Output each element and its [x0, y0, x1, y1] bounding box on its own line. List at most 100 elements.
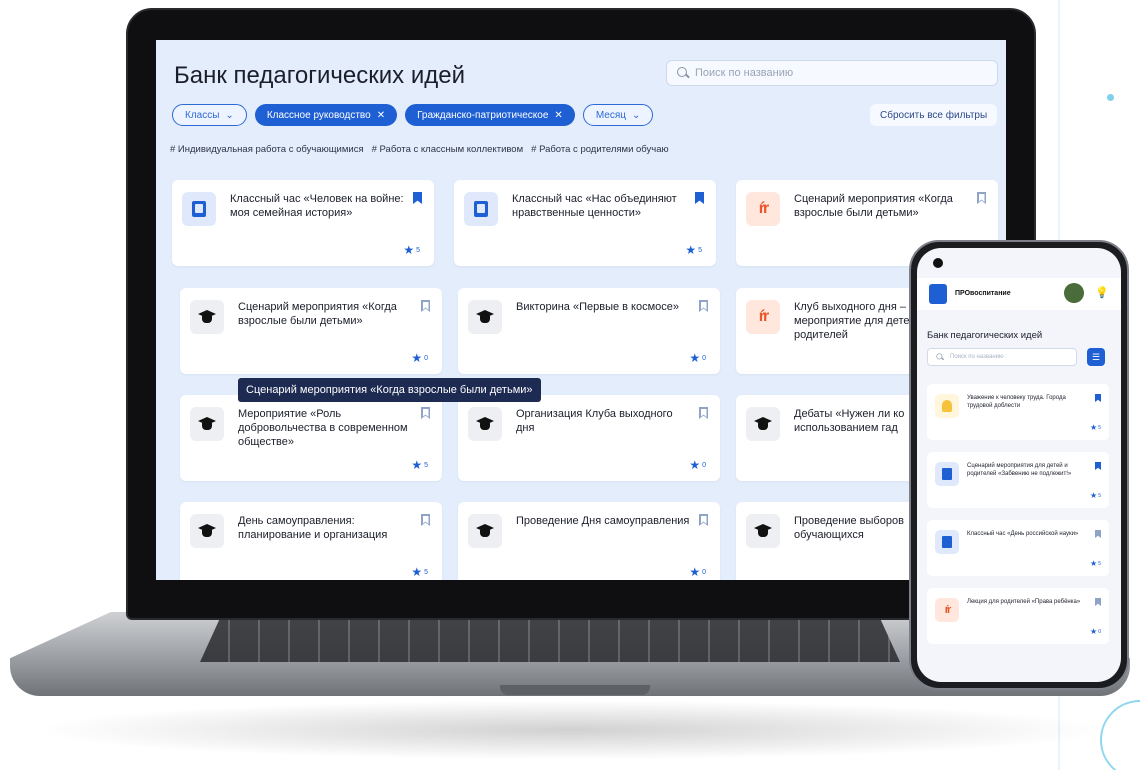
tag-link[interactable]: # Индивидуальная работа с обучающимися — [170, 144, 364, 155]
family-icon: ŕr — [746, 300, 780, 334]
star-icon: ★ — [1090, 627, 1098, 636]
title-tooltip: Сценарий мероприятия «Когда взрослые был… — [238, 378, 541, 402]
phone-page-title: Банк педагогических идей — [927, 330, 1043, 341]
brand-name: ПРОвоспитание — [955, 290, 1011, 297]
star-icon: ★ — [1090, 559, 1098, 568]
phone-idea-card[interactable]: Классный час «День российской науки» ★ 5 — [927, 520, 1109, 576]
filter-chip-civic-patriotic[interactable]: Гражданско-патриотическое ✕ — [405, 104, 575, 126]
card-title: Викторина «Первые в космосе» — [516, 301, 680, 313]
bookmark-icon[interactable] — [421, 514, 430, 526]
phone-idea-card[interactable]: ŕr Лекция для родителей «Права ребёнка» … — [927, 588, 1109, 644]
filter-chip-classes[interactable]: Классы ⌄ — [172, 104, 247, 126]
rating: ★5 — [1090, 423, 1101, 432]
bookmark-icon[interactable] — [977, 192, 986, 204]
card-title: Мероприятие «Роль добровольчества в совр… — [238, 408, 408, 448]
graduation-cap-icon — [190, 407, 224, 441]
chevron-down-icon: ⌄ — [631, 109, 641, 121]
rating: ★5 — [1090, 491, 1101, 500]
filter-icon[interactable]: ☰ — [1087, 348, 1105, 366]
close-icon[interactable]: ✕ — [554, 110, 562, 121]
bookmark-icon[interactable] — [695, 192, 704, 204]
filter-chip-class-guidance[interactable]: Классное руководство ✕ — [254, 104, 398, 126]
rating: ★0 — [689, 351, 706, 365]
decorative-line — [1058, 0, 1060, 255]
page-title: Банк педагогических идей — [174, 62, 466, 89]
decorative-dot — [1107, 94, 1114, 101]
phone-header: ПРОвоспитание 💡 — [917, 278, 1121, 310]
phone-search-input[interactable]: Поиск по названию — [927, 348, 1077, 366]
search-icon — [936, 353, 943, 360]
book-icon — [935, 462, 959, 486]
idea-card[interactable]: Проведение Дня самоуправления ★ 0 — [458, 502, 720, 580]
rating: ★5 — [411, 458, 428, 472]
phone-screen: ПРОвоспитание 💡 Банк педагогических идей… — [917, 248, 1121, 682]
filter-chip-month[interactable]: Месяц ⌄ — [582, 104, 654, 126]
idea-card[interactable]: Организация Клуба выходного дня ★ 0 — [458, 395, 720, 481]
book-icon — [935, 530, 959, 554]
bookmark-icon[interactable] — [1095, 530, 1101, 538]
search-icon — [677, 67, 689, 79]
idea-card[interactable]: День самоуправления: планирование и орга… — [180, 502, 442, 580]
bookmark-icon[interactable] — [699, 407, 708, 419]
chevron-down-icon: ⌄ — [225, 109, 234, 121]
book-icon — [464, 192, 498, 226]
bookmark-icon[interactable] — [1095, 598, 1101, 606]
camera-icon — [933, 258, 943, 268]
rating: ★0 — [689, 458, 706, 472]
rating: ★0 — [411, 351, 428, 365]
idea-card[interactable]: Классный час «Человек на войне: моя семе… — [172, 180, 434, 266]
graduation-cap-icon — [190, 300, 224, 334]
bookmark-icon[interactable] — [413, 192, 422, 204]
star-icon: ★ — [689, 565, 701, 579]
star-icon: ★ — [411, 351, 423, 365]
graduation-cap-icon — [190, 514, 224, 548]
card-title: Организация Клуба выходного дня — [516, 408, 673, 434]
idea-card[interactable]: Классный час «Нас объединяют нравственны… — [454, 180, 716, 266]
bookmark-icon[interactable] — [1095, 462, 1101, 470]
book-icon — [182, 192, 216, 226]
idea-card[interactable]: Мероприятие «Роль добровольчества в совр… — [180, 395, 442, 481]
rating: ★0 — [1090, 627, 1101, 636]
rating: ★5 — [411, 565, 428, 579]
phone-idea-card[interactable]: Уважение к человеку труда. Города трудов… — [927, 384, 1109, 440]
family-icon: ŕr — [935, 598, 959, 622]
graduation-cap-icon — [468, 300, 502, 334]
laptop-screen: Банк педагогических идей Поиск по назван… — [156, 40, 1006, 580]
star-icon: ★ — [689, 351, 701, 365]
search-input[interactable]: Поиск по названию — [666, 60, 998, 86]
reset-filters-button[interactable]: Сбросить все фильтры — [870, 104, 998, 126]
star-icon: ★ — [403, 243, 415, 257]
star-icon: ★ — [685, 243, 697, 257]
bookmark-icon[interactable] — [699, 514, 708, 526]
bookmark-icon[interactable] — [699, 300, 708, 312]
bell-icon — [935, 394, 959, 418]
avatar[interactable] — [1064, 283, 1084, 303]
star-icon: ★ — [411, 458, 423, 472]
card-title: Проведение Дня самоуправления — [516, 515, 690, 527]
phone-idea-card[interactable]: Сценарий мероприятия для детей и родител… — [927, 452, 1109, 508]
graduation-cap-icon — [468, 407, 502, 441]
close-icon[interactable]: ✕ — [377, 110, 385, 121]
star-icon: ★ — [1090, 423, 1098, 432]
lightbulb-icon[interactable]: 💡 — [1095, 286, 1109, 299]
graduation-cap-icon — [746, 407, 780, 441]
idea-card[interactable]: Викторина «Первые в космосе» ★ 0 — [458, 288, 720, 374]
card-title: Сценарий мероприятия «Когда взрослые был… — [238, 301, 397, 327]
bookmark-icon[interactable] — [421, 407, 430, 419]
bookmark-icon[interactable] — [421, 300, 430, 312]
star-icon: ★ — [411, 565, 423, 579]
rating: ★5 — [403, 243, 420, 257]
bookmark-icon[interactable] — [1095, 394, 1101, 402]
tag-link[interactable]: # Работа с родителями обучаю — [531, 144, 669, 155]
product-mockup: Банк педагогических идей Поиск по назван… — [0, 0, 1140, 770]
logo-icon — [929, 284, 947, 304]
rating: ★5 — [1090, 559, 1101, 568]
laptop-notch — [500, 685, 650, 695]
star-icon: ★ — [689, 458, 701, 472]
tag-link[interactable]: # Работа с классным коллективом — [372, 144, 524, 155]
filter-bar: Классы ⌄ Классное руководство ✕ Гражданс… — [172, 104, 654, 126]
star-icon: ★ — [1090, 491, 1098, 500]
idea-card[interactable]: Сценарий мероприятия «Когда взрослые был… — [180, 288, 442, 374]
laptop-keyboard — [200, 616, 900, 662]
tag-list: # Индивидуальная работа с обучающимися #… — [170, 144, 669, 155]
